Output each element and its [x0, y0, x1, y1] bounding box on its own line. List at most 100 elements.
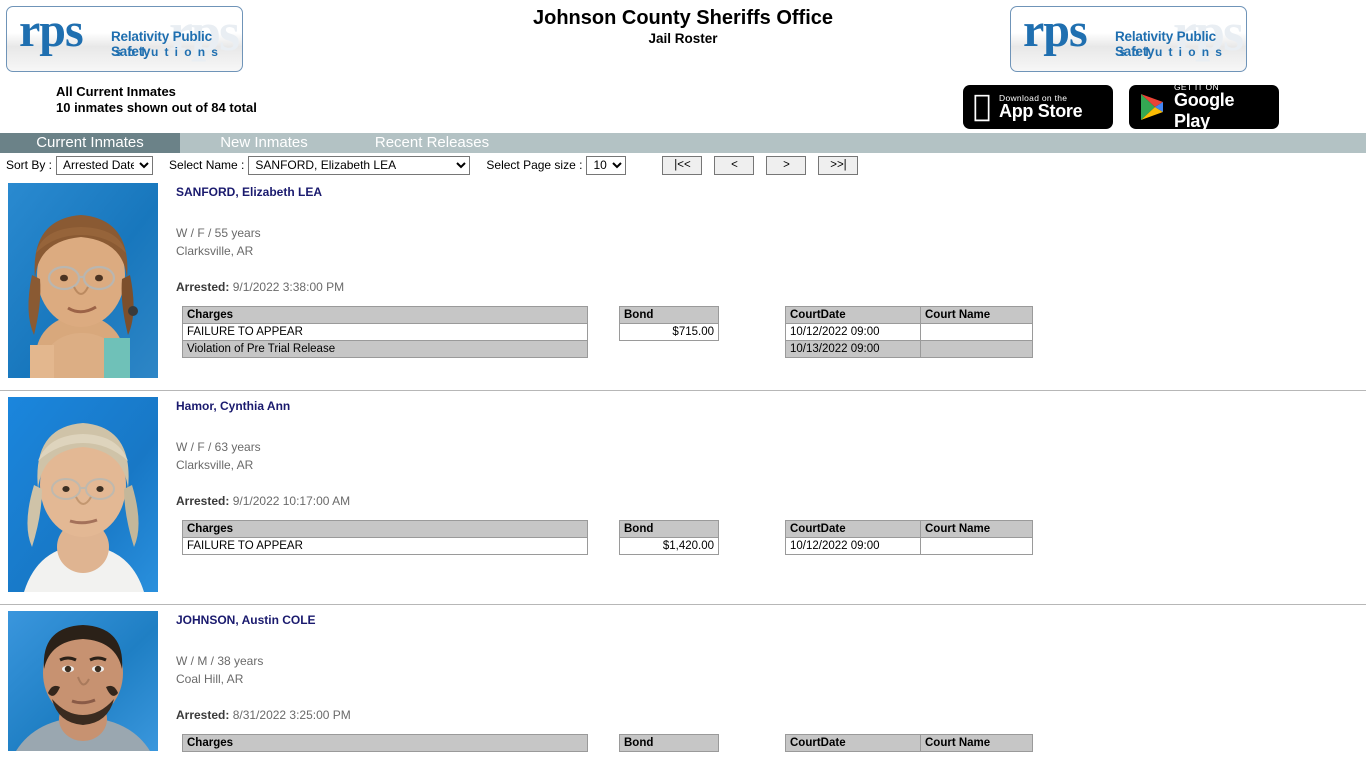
inmate-mugshot[interactable] — [8, 397, 158, 592]
court-name-header: Court Name — [920, 734, 1033, 752]
inmate-details: SANFORD, Elizabeth LEA W / F / 55 years … — [176, 177, 1366, 358]
next-page-button[interactable]: > — [766, 155, 807, 175]
inmate-city: Coal Hill, AR — [176, 672, 244, 686]
court-table: CourtDate Court Name 10/12/2022 09:00 10… — [785, 306, 1033, 358]
inmate-record: JOHNSON, Austin COLE W / M / 38 years Co… — [0, 605, 1366, 765]
bond-cell: $715.00 — [619, 323, 719, 341]
tab-new-inmates[interactable]: New Inmates — [180, 133, 348, 153]
court-date-cell: 10/12/2022 09:00 — [785, 323, 921, 341]
last-page-button[interactable]: >>| — [818, 155, 859, 175]
table-row: Violation of Pre Trial Release — [182, 340, 588, 358]
inmate-name-link[interactable]: SANFORD, Elizabeth LEA — [176, 185, 322, 199]
court-name-cell — [920, 537, 1033, 555]
first-page-button[interactable]: |<< — [662, 155, 703, 175]
court-date-header: CourtDate — [785, 520, 921, 538]
app-store-badge-large: App Store — [981, 100, 1083, 121]
court-date-cell: 10/12/2022 09:00 — [785, 537, 921, 555]
charges-header: Charges — [182, 734, 588, 752]
court-name-header: Court Name — [920, 520, 1033, 538]
inmate-mugshot[interactable] — [8, 183, 158, 378]
inmate-record: Hamor, Cynthia Ann W / F / 63 years Clar… — [0, 391, 1366, 605]
table-row: $715.00 — [619, 323, 719, 341]
app-store-badge[interactable]:  Download on the App Store — [963, 85, 1113, 129]
court-name-cell — [920, 323, 1033, 341]
inmate-demographics: W / F / 55 years — [176, 226, 261, 240]
roster-summary-line1: All Current Inmates — [56, 84, 176, 99]
inmate-tables: Charges FAILURE TO APPEAR Bond $1,420.00… — [176, 520, 1366, 555]
table-row: 10/13/2022 09:00 — [785, 340, 1033, 358]
bond-cell: $1,420.00 — [619, 537, 719, 555]
roster-summary: All Current Inmates 10 inmates shown out… — [56, 84, 257, 116]
court-table: CourtDate Court Name 10/12/2022 09:00 — [785, 520, 1033, 555]
sort-by-select[interactable]: Arrested Date — [56, 155, 154, 175]
charges-header: Charges — [182, 306, 588, 324]
arrested-value: 9/1/2022 10:17:00 AM — [232, 494, 351, 508]
court-date-cell: 10/13/2022 09:00 — [785, 340, 921, 358]
logo-wordmark: rps — [1023, 6, 1088, 57]
table-row: 10/12/2022 09:00 — [785, 323, 1033, 341]
inmate-tables: Charges FAILURE TO APPEAR Violation of P… — [176, 306, 1366, 358]
charge-cell: FAILURE TO APPEAR — [182, 323, 588, 341]
inmate-city: Clarksville, AR — [176, 244, 254, 258]
prev-page-button[interactable]: < — [714, 155, 755, 175]
roster-summary-line2: 10 inmates shown out of 84 total — [56, 100, 257, 115]
court-table: CourtDate Court Name — [785, 734, 1033, 752]
inmate-name-link[interactable]: JOHNSON, Austin COLE — [176, 613, 316, 627]
tab-current-inmates[interactable]: Current Inmates — [0, 133, 180, 153]
inmate-details: Hamor, Cynthia Ann W / F / 63 years Clar… — [176, 391, 1366, 555]
charges-table: Charges — [182, 734, 588, 752]
court-name-cell — [920, 340, 1033, 358]
table-row: $1,420.00 — [619, 537, 719, 555]
controls-bar: Sort By : Arrested Date Select Name : SA… — [0, 153, 1366, 177]
rps-logo-right: rps rps Relativity Public Safety solutio… — [1010, 6, 1247, 72]
charges-header: Charges — [182, 520, 588, 538]
inmate-arrested: Arrested: 8/31/2022 3:25:00 PM — [176, 708, 1366, 722]
charges-table: Charges FAILURE TO APPEAR — [182, 520, 588, 555]
logo-tagline-secondary: solutions — [1119, 45, 1229, 59]
charges-table: Charges FAILURE TO APPEAR Violation of P… — [182, 306, 588, 358]
court-name-header: Court Name — [920, 306, 1033, 324]
inmate-arrested: Arrested: 9/1/2022 10:17:00 AM — [176, 494, 1366, 508]
logo-tagline-secondary: solutions — [115, 45, 225, 59]
bond-header: Bond — [619, 306, 719, 324]
inmate-tables: Charges Bond CourtDate Court Name — [176, 734, 1366, 752]
apple-icon:  — [973, 92, 991, 122]
bond-table: Bond $715.00 — [619, 306, 719, 341]
inmate-roster: SANFORD, Elizabeth LEA W / F / 55 years … — [0, 177, 1366, 765]
google-play-badge[interactable]: GET IT ON Google Play — [1129, 85, 1279, 129]
arrested-label: Arrested: — [176, 708, 230, 722]
sort-by-label: Sort By : — [6, 158, 53, 172]
charge-cell: FAILURE TO APPEAR — [182, 537, 588, 555]
court-date-header: CourtDate — [785, 734, 921, 752]
arrested-label: Arrested: — [176, 280, 230, 294]
tab-recent-releases[interactable]: Recent Releases — [348, 133, 516, 153]
bond-header: Bond — [619, 520, 719, 538]
arrested-label: Arrested: — [176, 494, 230, 508]
inmate-demographics: W / M / 38 years — [176, 654, 264, 668]
select-name-label: Select Name : — [169, 158, 245, 172]
inmate-name-link[interactable]: Hamor, Cynthia Ann — [176, 399, 290, 413]
bond-header: Bond — [619, 734, 719, 752]
google-play-badge-large: Google Play — [1174, 90, 1235, 129]
table-row: FAILURE TO APPEAR — [182, 537, 588, 555]
bond-table: Bond $1,420.00 — [619, 520, 719, 555]
inmate-demographics: W / F / 63 years — [176, 440, 261, 454]
arrested-value: 8/31/2022 3:25:00 PM — [232, 708, 351, 722]
inmate-mugshot[interactable] — [8, 611, 158, 751]
pagination-controls: |<< < > >>| — [662, 155, 859, 175]
inmate-record: SANFORD, Elizabeth LEA W / F / 55 years … — [0, 177, 1366, 391]
google-play-icon — [1139, 93, 1165, 121]
court-date-header: CourtDate — [785, 306, 921, 324]
page-size-label: Select Page size : — [486, 158, 583, 172]
inmate-details: JOHNSON, Austin COLE W / M / 38 years Co… — [176, 605, 1366, 752]
inmate-arrested: Arrested: 9/1/2022 3:38:00 PM — [176, 280, 1366, 294]
inmate-city: Clarksville, AR — [176, 458, 254, 472]
charge-cell: Violation of Pre Trial Release — [182, 340, 588, 358]
bond-table: Bond — [619, 734, 719, 752]
page-header: rps rps Relativity Public Safety solutio… — [0, 0, 1366, 133]
table-row: 10/12/2022 09:00 — [785, 537, 1033, 555]
tab-bar: Current Inmates New Inmates Recent Relea… — [0, 133, 1366, 153]
page-size-select[interactable]: 10 — [586, 155, 627, 175]
select-name-select[interactable]: SANFORD, Elizabeth LEA — [248, 155, 471, 175]
table-row: FAILURE TO APPEAR — [182, 323, 588, 341]
